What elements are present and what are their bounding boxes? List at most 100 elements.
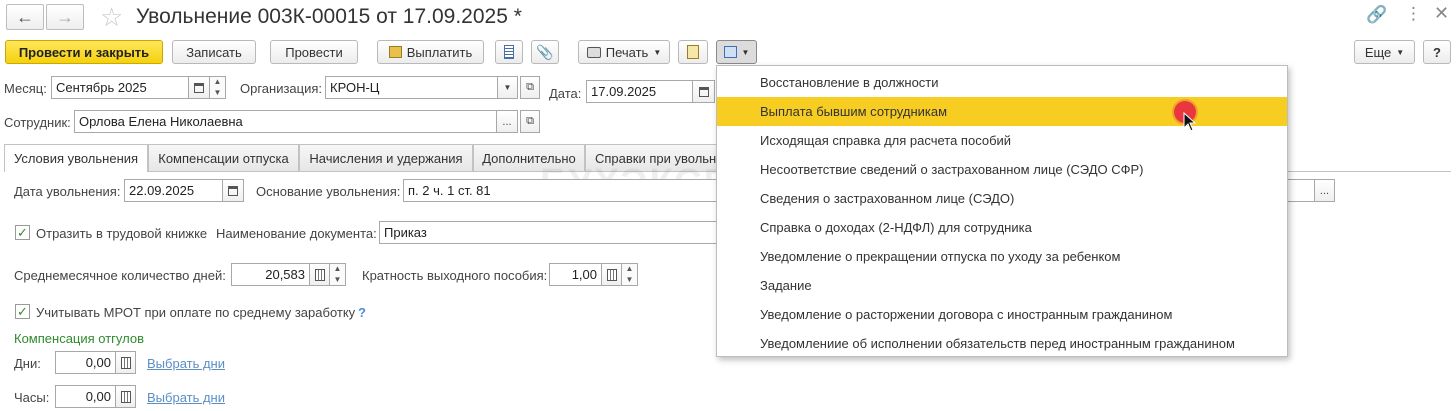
open-icon: ⧉ [526, 115, 534, 127]
tab-vacation-compensation[interactable]: Компенсации отпуска [148, 144, 299, 171]
create-based-on-menu: Восстановление в должности Выплата бывши… [716, 65, 1288, 357]
days-label: Дни: [14, 356, 41, 371]
window-title: Увольнение 003К-00015 от 17.09.2025 * [136, 5, 522, 28]
paperclip-icon: 📎 [536, 43, 554, 60]
reflect-in-workbook-label: Отразить в трудовой книжке [36, 226, 208, 241]
mrot-label: Учитывать МРОТ при оплате по среднему за… [36, 305, 356, 320]
post-and-close-button[interactable]: Провести и закрыть [5, 40, 163, 64]
spin-up-icon: ▲ [333, 264, 342, 274]
spin-up-icon: ▲ [625, 264, 634, 274]
select-hours-link[interactable]: Выбрать дни [147, 390, 225, 405]
avg-days-label: Среднемесячное количество дней: [14, 268, 226, 283]
date-label: Дата: [549, 86, 582, 101]
menu-item-foreign-contract-termination[interactable]: Уведомление о расторжении договора с ино… [717, 300, 1287, 329]
tab-dismissal-conditions[interactable]: Условия увольнения [4, 144, 148, 172]
organization-field[interactable]: КРОН-Ц [325, 76, 498, 99]
dismissal-date-label: Дата увольнения: [14, 184, 121, 199]
dismissal-date-field[interactable]: 22.09.2025 [124, 179, 223, 202]
menu-item-reinstatement[interactable]: Восстановление в должности [717, 68, 1287, 97]
chevron-down-icon: ▼ [653, 47, 662, 57]
calculator-icon [120, 390, 131, 403]
open-icon: ⧉ [526, 81, 534, 93]
tab-accruals-deductions[interactable]: Начисления и удержания [299, 144, 473, 171]
month-field[interactable]: Сентябрь 2025 [51, 76, 189, 99]
more-button[interactable]: Еще ▼ [1354, 40, 1415, 64]
create-based-on-icon [723, 46, 737, 58]
days-calc-button[interactable] [116, 351, 136, 374]
month-label: Месяц: [4, 81, 47, 96]
menu-item-2ndfl[interactable]: Справка о доходах (2-НДФЛ) для сотрудник… [717, 213, 1287, 242]
basis-select-button[interactable]: ... [1315, 179, 1335, 202]
multiplicity-field[interactable]: 1,00 [549, 263, 602, 286]
month-calendar-button[interactable] [189, 76, 210, 99]
mouse-cursor-icon [1183, 111, 1197, 135]
dismissal-date-calendar-button[interactable] [223, 179, 244, 202]
back-button[interactable]: ← [6, 4, 44, 30]
menu-item-childcare-leave-notice[interactable]: Уведомление о прекращении отпуска по ухо… [717, 242, 1287, 271]
hours-calc-button[interactable] [116, 385, 136, 408]
organization-open-button[interactable]: ⧉ [520, 76, 540, 99]
pay-icon [388, 46, 402, 58]
avg-days-spinner[interactable]: ▲ ▼ [330, 263, 346, 286]
forward-button[interactable]: → [46, 4, 84, 30]
menu-item-payment-former-employees[interactable]: Выплата бывшим сотрудникам [717, 97, 1287, 126]
calculator-icon [120, 356, 131, 369]
attachments-button[interactable]: 📎 [531, 40, 559, 64]
hours-field[interactable]: 0,00 [55, 385, 116, 408]
mrot-help-icon[interactable]: ? [358, 305, 366, 320]
menu-item-task[interactable]: Задание [717, 271, 1287, 300]
save-button[interactable]: Записать [172, 40, 256, 64]
basis-label: Основание увольнения: [256, 184, 401, 199]
document-clock-icon [687, 45, 699, 59]
multiplicity-calc-button[interactable] [602, 263, 622, 286]
date-calendar-button[interactable] [693, 80, 715, 103]
calendar-icon [194, 82, 204, 93]
spin-down-icon: ▼ [625, 274, 634, 284]
spin-down-icon: ▼ [333, 274, 342, 284]
calculator-icon [606, 268, 617, 281]
favorite-star-icon[interactable]: ☆ [100, 2, 123, 33]
organization-dropdown-button[interactable]: ▼ [498, 76, 518, 99]
calculator-icon [314, 268, 325, 281]
create-based-on-button[interactable]: ▼ [716, 40, 757, 64]
link-icon[interactable]: 🔗 [1366, 5, 1387, 25]
month-spinner[interactable]: ▲ ▼ [210, 76, 226, 99]
close-icon[interactable]: ✕ [1434, 3, 1449, 24]
date-field[interactable]: 17.09.2025 [586, 80, 693, 103]
avg-days-field[interactable]: 20,583 [231, 263, 310, 286]
avg-days-calc-button[interactable] [310, 263, 330, 286]
menu-item-foreign-obligations[interactable]: Уведомлениие об исполнении обязательств … [717, 329, 1287, 358]
checkmark-icon: ✓ [17, 225, 28, 240]
doc-name-label: Наименование документа: [216, 226, 377, 241]
arrow-left-icon: ← [16, 6, 34, 27]
arrow-right-icon: → [56, 6, 74, 27]
organization-label: Организация: [240, 81, 323, 96]
employee-field[interactable]: Орлова Елена Николаевна [74, 110, 497, 133]
ellipsis-icon: ... [1319, 184, 1330, 197]
more-vertical-icon[interactable]: ⋮ [1405, 4, 1422, 24]
post-button[interactable]: Провести [270, 40, 358, 64]
menu-item-sedo-info[interactable]: Сведения о застрахованном лице (СЭДО) [717, 184, 1287, 213]
mrot-checkbox[interactable]: ✓ [15, 304, 30, 319]
employee-select-button[interactable]: ... [497, 110, 518, 133]
report-button[interactable] [495, 40, 523, 64]
employee-open-button[interactable]: ⧉ [520, 110, 540, 133]
pay-button[interactable]: Выплатить [377, 40, 484, 64]
doc-name-field[interactable]: Приказ [379, 221, 724, 244]
chevron-down-icon: ▼ [1396, 47, 1405, 57]
calendar-icon [228, 185, 238, 196]
employee-label: Сотрудник: [4, 115, 71, 130]
document-clock-button[interactable] [678, 40, 708, 64]
days-field[interactable]: 0,00 [55, 351, 116, 374]
multiplicity-spinner[interactable]: ▲ ▼ [622, 263, 638, 286]
calendar-icon [698, 86, 709, 97]
menu-item-benefit-certificate[interactable]: Исходящая справка для расчета пособий [717, 126, 1287, 155]
multiplicity-label: Кратность выходного пособия: [362, 268, 548, 283]
select-days-link[interactable]: Выбрать дни [147, 356, 225, 371]
help-button[interactable]: ? [1423, 40, 1451, 64]
menu-item-sedo-mismatch[interactable]: Несоответствие сведений о застрахованном… [717, 155, 1287, 184]
spin-down-icon: ▼ [213, 87, 222, 97]
reflect-in-workbook-checkbox[interactable]: ✓ [15, 225, 30, 240]
print-button[interactable]: Печать ▼ [578, 40, 670, 64]
printer-icon [586, 46, 601, 58]
